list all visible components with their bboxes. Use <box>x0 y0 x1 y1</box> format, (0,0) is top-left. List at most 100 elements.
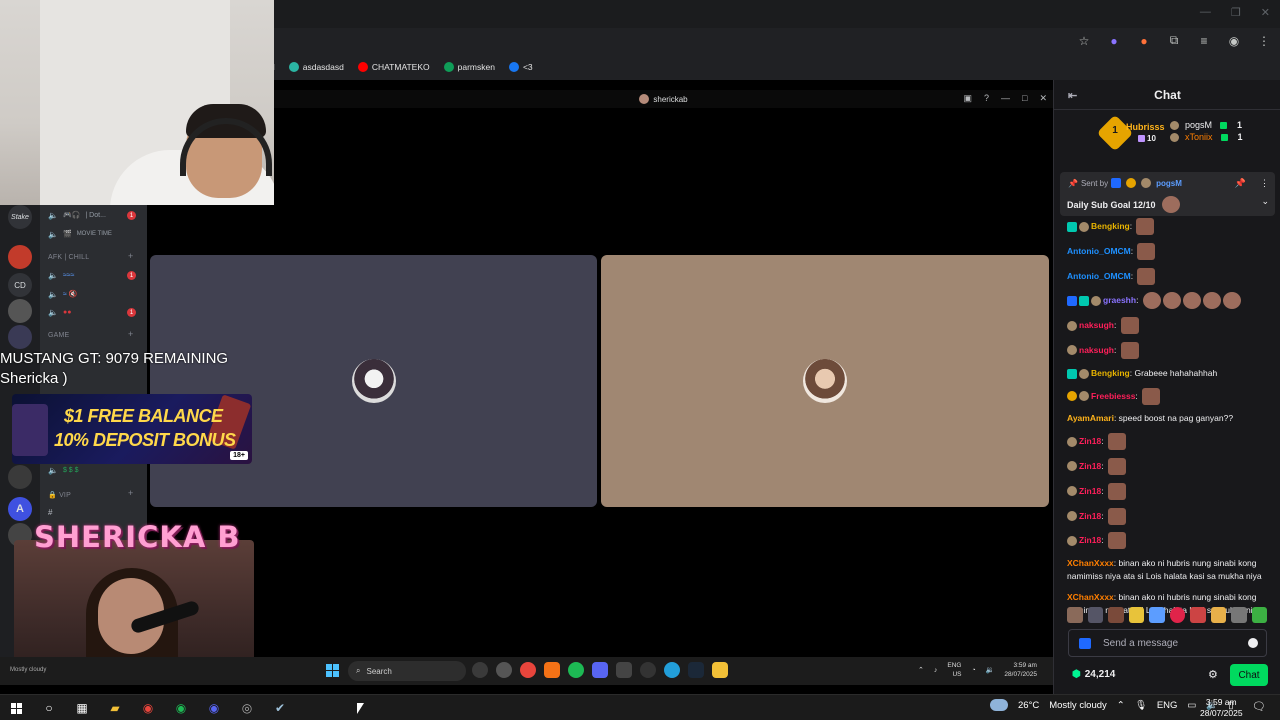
server-icon[interactable] <box>8 465 32 489</box>
chat-message[interactable]: Bengking: <box>1067 218 1267 235</box>
app-icon[interactable]: ◎ <box>237 699 257 717</box>
network-icon[interactable]: ▭ <box>1187 700 1196 711</box>
chat-username[interactable]: Freebiesss <box>1091 390 1135 400</box>
chat-username[interactable]: Antonio_OMCM <box>1067 246 1131 256</box>
chat-message[interactable]: Zin18: <box>1067 457 1267 475</box>
chat-message[interactable]: Bengking: Grabeee hahahahhah <box>1067 367 1267 380</box>
chat-message[interactable]: AyamAmari: speed boost na pag ganyan?? <box>1067 412 1267 425</box>
voice-channel[interactable]: 🔈 🎬 MOVIE TIME <box>48 227 112 241</box>
bookmark-item[interactable]: <3 <box>508 62 533 72</box>
start-icon[interactable] <box>6 699 26 717</box>
chat-message[interactable]: Zin18: <box>1067 433 1267 451</box>
stage-maximize-icon[interactable]: □ <box>1022 93 1027 104</box>
server-icon[interactable] <box>8 245 32 269</box>
emote-icon[interactable] <box>1190 607 1206 623</box>
chat-message[interactable]: graeshh: <box>1067 292 1267 310</box>
category-afk[interactable]: AFK | CHILL <box>48 254 89 261</box>
participant-tile-right[interactable] <box>601 255 1049 507</box>
chat-username[interactable]: Zin18 <box>1079 486 1101 496</box>
chat-settings-gear-icon[interactable]: ⚙ <box>1208 668 1218 681</box>
popout-icon[interactable]: ▣ <box>963 93 972 104</box>
gift-leaderboard[interactable]: 1 Hubrisss 10 pogsM1xToniix1 ≡ <box>1054 110 1280 193</box>
text-channel[interactable]: # <box>48 505 52 519</box>
taskbar-clock[interactable]: 3:59 am 28/07/2025 <box>1200 697 1243 719</box>
category-game[interactable]: GAME <box>48 332 69 339</box>
category-vip[interactable]: 🔒 VIP <box>48 491 71 499</box>
voice-channel[interactable]: 🔈 ≈ 🔇 <box>48 287 77 301</box>
server-icon[interactable] <box>8 299 32 323</box>
chrome-icon[interactable]: ◉ <box>138 699 158 717</box>
chat-message[interactable]: Freebiesss: <box>1067 387 1267 405</box>
unpin-icon[interactable]: 📌 <box>1235 178 1246 189</box>
voice-channel[interactable]: 🔈 🎮🎧 | Dot... <box>48 208 106 222</box>
server-icon[interactable] <box>8 325 32 349</box>
more-options-icon[interactable]: ⋮ <box>1260 178 1269 189</box>
notification-icon[interactable]: 🗨 <box>1252 700 1266 713</box>
weather-text[interactable]: Mostly cloudy <box>1049 700 1107 711</box>
chat-message[interactable]: Zin18: <box>1067 532 1267 550</box>
chat-username[interactable]: Zin18 <box>1079 535 1101 545</box>
emote-icon[interactable] <box>1087 607 1103 623</box>
microphone-icon[interactable]: 🎙 <box>1135 700 1147 711</box>
emote-icon[interactable] <box>1149 607 1165 623</box>
pinned-message[interactable]: 📌 Sent by pogsM Daily Sub Goal 12/10 📌 ⋮… <box>1060 172 1275 216</box>
chat-username[interactable]: XChanXxxx <box>1067 592 1114 602</box>
spotify-icon[interactable]: ◉ <box>171 699 191 717</box>
chat-username[interactable]: AyamAmari <box>1067 413 1114 423</box>
extension-fox-icon[interactable]: ● <box>1136 34 1152 48</box>
emote-icon[interactable] <box>1108 607 1124 623</box>
chat-message[interactable]: Zin18: <box>1067 482 1267 500</box>
stage-minimize-icon[interactable]: — <box>1001 93 1010 104</box>
file-explorer-icon[interactable]: ▰ <box>105 699 125 717</box>
bookmark-item[interactable]: asdasdasd <box>288 62 344 72</box>
expand-chevron-icon[interactable]: ⌄ <box>1261 196 1269 207</box>
chat-message[interactable]: Zin18: <box>1067 507 1267 525</box>
chevron-up-icon[interactable]: ⌃ <box>1117 700 1125 711</box>
server-stake[interactable]: Stake <box>8 205 32 229</box>
bits-icon[interactable] <box>1079 638 1091 649</box>
voice-channel[interactable]: 🔈 ●● <box>48 305 71 319</box>
task-view-icon[interactable]: ▦ <box>72 699 92 717</box>
bookmark-item[interactable]: CHATMATEKO <box>357 62 430 72</box>
leaderboard-row[interactable]: pogsM 1 <box>1170 120 1242 130</box>
lang-indicator[interactable]: ENG <box>1157 700 1178 711</box>
temperature[interactable]: 26°C <box>1018 700 1039 711</box>
emote-picker-icon[interactable] <box>1248 638 1258 648</box>
voice-channel[interactable]: 🔈 $ $ $ <box>48 463 79 477</box>
emote-icon[interactable] <box>1169 607 1185 623</box>
chat-username[interactable]: Bengking <box>1091 368 1130 378</box>
chat-send-button[interactable]: Chat <box>1230 664 1268 686</box>
add-channel-icon[interactable]: + <box>128 329 133 339</box>
chat-username[interactable]: Zin18 <box>1079 461 1101 471</box>
chat-message[interactable]: Antonio_OMCM: <box>1067 242 1267 260</box>
search-icon[interactable]: ○ <box>39 699 59 717</box>
steam-icon[interactable]: ✔ <box>270 699 290 717</box>
chat-message[interactable]: naksugh: <box>1067 341 1267 359</box>
server-icon[interactable]: A <box>8 497 32 521</box>
bookmark-star-icon[interactable]: ☆ <box>1076 34 1092 48</box>
voice-channel[interactable]: 🔈 ≈≈≈ <box>48 268 75 282</box>
extensions-puzzle-icon[interactable]: ⧉ <box>1166 33 1182 48</box>
extension-purple-icon[interactable]: ● <box>1106 34 1122 48</box>
more-menu-icon[interactable]: ⋮ <box>1256 34 1272 48</box>
add-channel-icon[interactable]: + <box>128 251 133 261</box>
chat-username[interactable]: Zin18 <box>1079 436 1101 446</box>
stage-close-icon[interactable]: ✕ <box>1039 93 1047 104</box>
discord-icon[interactable]: ◉ <box>204 699 224 717</box>
close-icon[interactable]: ✕ <box>1261 6 1270 19</box>
emote-icon[interactable] <box>1128 607 1144 623</box>
chat-username[interactable]: graeshh <box>1103 295 1136 305</box>
reading-list-icon[interactable]: ≡ <box>1196 34 1212 48</box>
minimize-icon[interactable]: — <box>1200 6 1211 19</box>
chat-message[interactable]: naksugh: <box>1067 317 1267 335</box>
emote-icon[interactable] <box>1251 607 1267 623</box>
emote-icon[interactable] <box>1210 607 1226 623</box>
bookmark-item[interactable]: parmsken <box>443 62 495 72</box>
add-channel-icon[interactable]: + <box>128 488 133 498</box>
server-cd[interactable]: CD <box>8 273 32 297</box>
chat-username[interactable]: Bengking <box>1091 221 1130 231</box>
chat-message[interactable]: Antonio_OMCM: <box>1067 267 1267 285</box>
emote-icon[interactable] <box>1231 607 1247 623</box>
chat-username[interactable]: naksugh <box>1079 345 1114 355</box>
emote-icon[interactable] <box>1067 607 1083 623</box>
